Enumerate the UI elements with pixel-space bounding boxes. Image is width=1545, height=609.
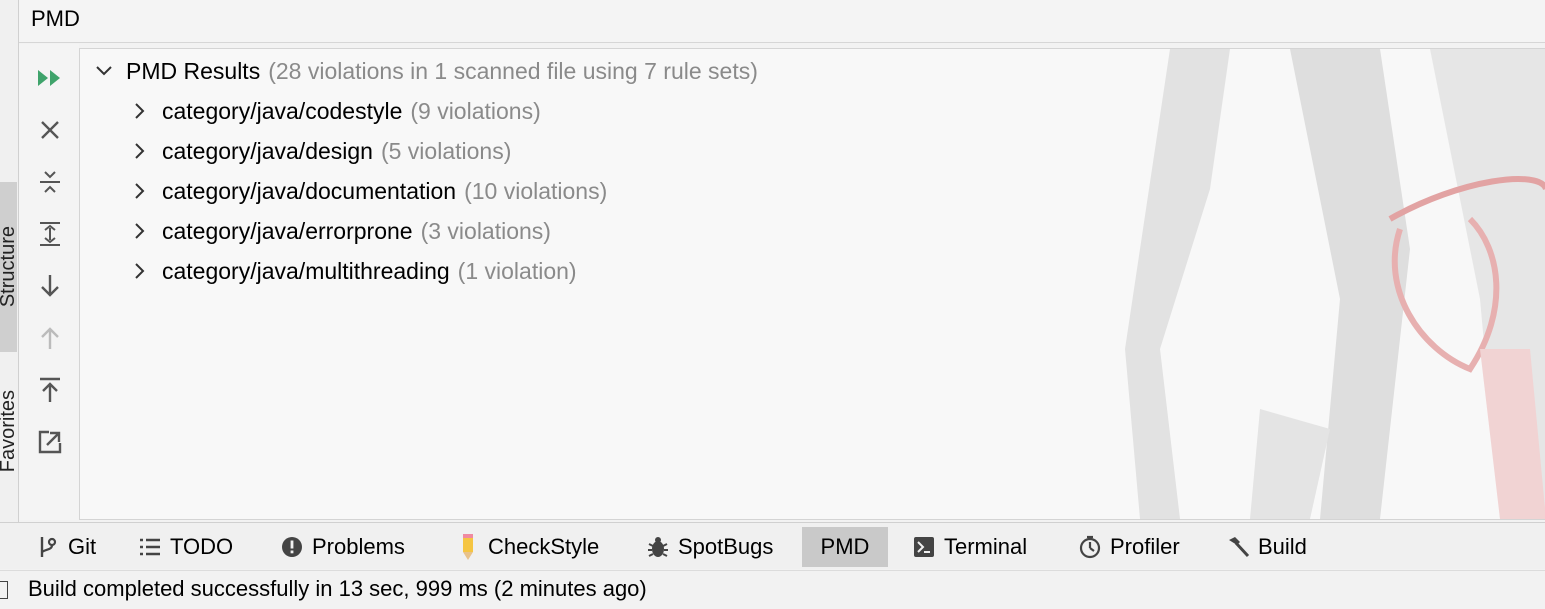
tab-label: Problems	[312, 534, 405, 559]
tab-label: CheckStyle	[488, 534, 600, 559]
previous-button[interactable]	[36, 324, 64, 352]
close-button[interactable]	[36, 116, 64, 144]
git-branch-icon	[36, 535, 60, 559]
tab-terminal[interactable]: Terminal	[902, 527, 1037, 567]
status-bar: Build completed successfully in 13 sec, …	[0, 570, 1545, 609]
tree-root-row[interactable]: PMD Results (28 violations in 1 scanned …	[92, 53, 758, 89]
chevron-right-icon[interactable]	[128, 219, 152, 243]
open-external-button[interactable]	[36, 428, 64, 456]
pencil-icon	[456, 534, 480, 560]
hammer-icon	[1226, 535, 1250, 559]
export-icon	[40, 377, 60, 402]
tree-item-label: category/java/design	[162, 137, 373, 164]
chevron-right-icon[interactable]	[128, 99, 152, 123]
status-toggle-icon[interactable]	[0, 581, 8, 599]
pmd-toolbar	[19, 44, 79, 520]
tree-root-label: PMD Results	[126, 57, 261, 84]
profiler-icon	[1078, 535, 1102, 559]
chevron-right-icon[interactable]	[128, 179, 152, 203]
tree-item-count: (9 violations)	[410, 97, 541, 124]
tab-spotbugs[interactable]: SpotBugs	[636, 527, 783, 567]
tab-profiler[interactable]: Profiler	[1068, 527, 1190, 567]
status-message[interactable]: Build completed successfully in 13 sec, …	[28, 576, 647, 602]
close-icon	[41, 121, 59, 139]
tab-label: SpotBugs	[678, 534, 774, 559]
previous-icon	[41, 327, 59, 349]
tree-item-label: category/java/errorprone	[162, 217, 413, 244]
tree-item-label: category/java/multithreading	[162, 257, 450, 284]
tab-todo[interactable]: TODO	[128, 527, 243, 567]
tree-item-multithreading[interactable]: category/java/multithreading (1 violatio…	[128, 253, 577, 289]
tab-label: TODO	[170, 534, 234, 559]
pmd-results-tree: PMD Results (28 violations in 1 scanned …	[79, 48, 1545, 520]
rerun-button[interactable]	[36, 64, 64, 92]
open-external-icon	[38, 430, 62, 454]
warning-icon	[280, 535, 304, 559]
next-icon	[41, 275, 59, 297]
tree-item-label: category/java/documentation	[162, 177, 457, 204]
tab-label: Profiler	[1110, 534, 1180, 559]
collapse-all-button[interactable]	[36, 168, 64, 196]
tree-item-count: (5 violations)	[380, 137, 512, 164]
structure-side-tab[interactable]: Structure	[0, 182, 19, 352]
tree-item-codestyle[interactable]: category/java/codestyle (9 violations)	[128, 93, 541, 129]
tree-item-count: (10 violations)	[464, 177, 608, 204]
tab-problems[interactable]: Problems	[270, 527, 415, 567]
expand-all-button[interactable]	[36, 220, 64, 248]
next-button[interactable]	[36, 272, 64, 300]
export-button[interactable]	[36, 376, 64, 404]
tool-window-title: PMD	[31, 6, 80, 31]
tool-window-bar: Git TODO Problems CheckStyle SpotBugs PM…	[0, 522, 1545, 569]
tree-root-summary: (28 violations in 1 scanned file using 7…	[268, 57, 758, 84]
tree-item-documentation[interactable]: category/java/documentation (10 violatio…	[128, 173, 607, 209]
tree-item-count: (3 violations)	[420, 217, 551, 244]
expand-all-icon	[40, 222, 60, 246]
structure-tab-label: Structure	[0, 226, 19, 308]
tab-label: PMD	[820, 534, 870, 559]
tab-label: Build	[1258, 534, 1307, 559]
terminal-icon	[912, 535, 936, 559]
list-icon	[138, 535, 162, 559]
favorites-side-tab[interactable]: Favorites	[0, 356, 19, 506]
chevron-right-icon[interactable]	[128, 139, 152, 163]
tab-checkstyle[interactable]: CheckStyle	[446, 527, 609, 567]
tab-pmd[interactable]: PMD	[802, 527, 888, 567]
tool-window-header: PMD	[19, 0, 1545, 43]
favorites-tab-label: Favorites	[0, 389, 19, 473]
chevron-right-icon[interactable]	[128, 259, 152, 283]
tree-item-design[interactable]: category/java/design (5 violations)	[128, 133, 511, 169]
tab-build[interactable]: Build	[1216, 527, 1317, 567]
tree-item-label: category/java/codestyle	[162, 97, 403, 124]
bug-icon	[646, 535, 670, 559]
left-tool-strip: Structure Favorites	[0, 0, 19, 522]
tab-label: Git	[68, 534, 97, 559]
tab-git[interactable]: Git	[26, 527, 106, 567]
tree-item-errorprone[interactable]: category/java/errorprone (3 violations)	[128, 213, 551, 249]
chevron-down-icon[interactable]	[92, 59, 116, 83]
tree-item-count: (1 violation)	[457, 257, 577, 284]
collapse-all-icon	[40, 171, 60, 193]
rerun-icon	[38, 70, 60, 86]
tab-label: Terminal	[944, 534, 1028, 559]
